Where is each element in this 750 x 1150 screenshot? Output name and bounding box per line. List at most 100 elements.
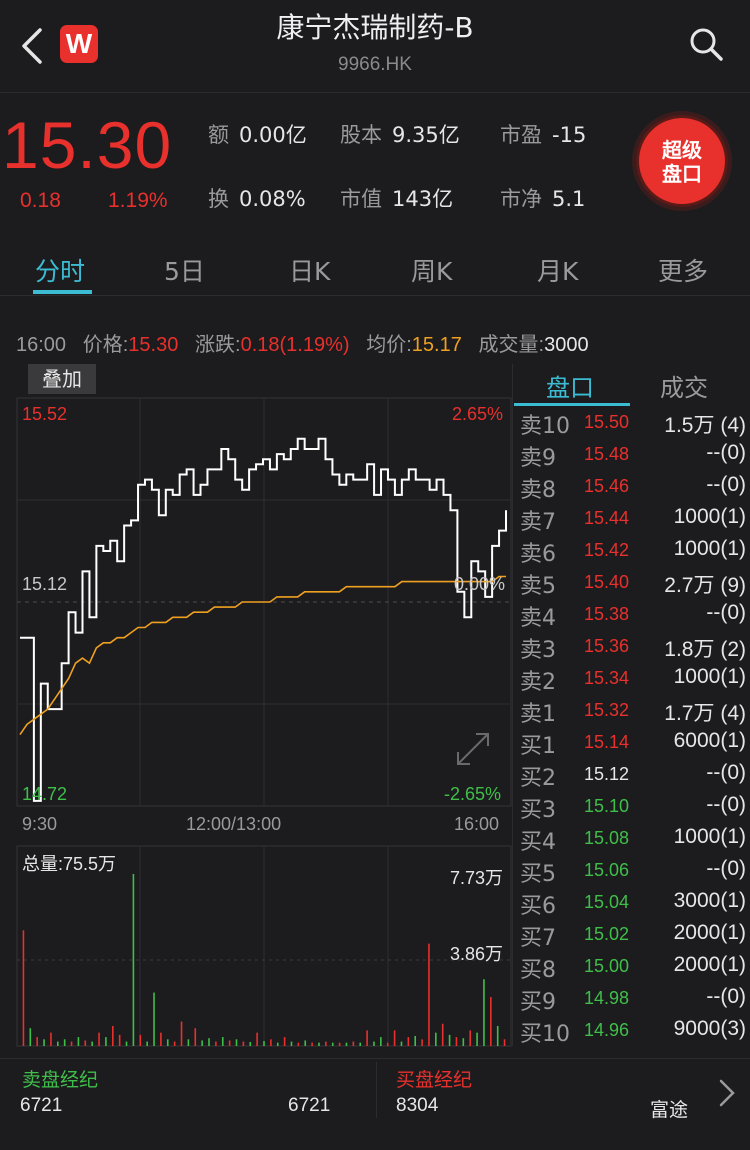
pct-label-top: 2.65% — [452, 404, 504, 424]
orderbook-level-label: 卖8 — [520, 478, 556, 503]
orderbook-volume: 1.8万 (2) — [664, 638, 746, 661]
sell-broker-title: 卖盘经纪 — [22, 1069, 99, 1091]
stat-pb: 市净 5.1 — [500, 187, 586, 211]
orderbook-tab-indicator — [514, 403, 630, 406]
intraday-chart[interactable] — [0, 0, 512, 1050]
orderbook-row[interactable]: 卖10 15.50 1.5万 (4) — [514, 408, 750, 440]
orderbook-row[interactable]: 买5 15.06 --(0) — [514, 856, 750, 888]
orderbook-price: 15.02 — [584, 924, 630, 944]
x-label-open: 9:30 — [22, 814, 58, 834]
orderbook-volume: --(0) — [706, 441, 746, 464]
orderbook-row[interactable]: 买2 15.12 --(0) — [514, 760, 750, 792]
y-label-top: 15.52 — [22, 404, 68, 424]
orderbook-level-label: 买5 — [520, 862, 556, 887]
super-orderbook-button[interactable]: 超级 盘口 — [636, 115, 728, 207]
orderbook-row[interactable]: 买8 15.00 2000(1) — [514, 952, 750, 984]
orderbook-volume: 1.5万 (4) — [664, 414, 746, 437]
orderbook-price: 15.04 — [584, 892, 630, 912]
broker-panel[interactable]: 卖盘经纪 6721 6721 买盘经纪 8304 富途 — [0, 1058, 750, 1121]
orderbook-row[interactable]: 买6 15.04 3000(1) — [514, 888, 750, 920]
stat-pe: 市盈 -15 — [500, 123, 587, 147]
orderbook-price: 15.48 — [584, 444, 630, 464]
buy-broker-title: 买盘经纪 — [396, 1069, 473, 1091]
orderbook-level-label: 卖7 — [520, 510, 556, 535]
expand-icon[interactable] — [454, 730, 492, 768]
orderbook-level-label: 卖9 — [520, 446, 556, 471]
orderbook-row[interactable]: 卖2 15.34 1000(1) — [514, 664, 750, 696]
search-icon[interactable] — [688, 26, 724, 62]
orderbook-volume: 6000(1) — [673, 729, 746, 752]
orderbook-volume: 1.7万 (4) — [664, 702, 746, 725]
orderbook-volume: 9000(3) — [673, 1017, 746, 1040]
orderbook-volume: 1000(1) — [673, 505, 746, 528]
orderbook-row[interactable]: 卖9 15.48 --(0) — [514, 440, 750, 472]
tab-trades[interactable]: 成交 — [660, 368, 708, 403]
orderbook-level-label: 卖6 — [520, 542, 556, 567]
sell-broker-id-right: 6721 — [288, 1095, 331, 1116]
orderbook-row[interactable]: 卖8 15.46 --(0) — [514, 472, 750, 504]
orderbook-level-label: 买2 — [520, 766, 556, 791]
super-button-line1: 超级 — [662, 138, 702, 162]
orderbook-level-label: 买10 — [520, 1022, 570, 1047]
orderbook-row[interactable]: 卖5 15.40 2.7万 (9) — [514, 568, 750, 600]
buy-broker-id: 8304 — [396, 1095, 439, 1116]
super-button-line2: 盘口 — [662, 162, 702, 186]
orderbook-tabs: 盘口 成交 — [514, 364, 750, 406]
tab-more[interactable]: 更多 — [658, 252, 708, 288]
info-volume: 3000 — [544, 334, 589, 356]
orderbook-level-label: 买3 — [520, 798, 556, 823]
orderbook-volume: 1000(1) — [673, 537, 746, 560]
orderbook-price: 15.40 — [584, 572, 630, 592]
orderbook-price: 15.00 — [584, 956, 630, 976]
orderbook-level-label: 买1 — [520, 734, 556, 759]
tab-orderbook[interactable]: 盘口 — [546, 368, 594, 403]
x-label-midday: 12:00/13:00 — [186, 814, 282, 834]
orderbook-price: 15.34 — [584, 668, 630, 688]
orderbook-row[interactable]: 卖1 15.32 1.7万 (4) — [514, 696, 750, 728]
orderbook-price: 15.10 — [584, 796, 630, 816]
orderbook-price: 15.38 — [584, 604, 630, 624]
orderbook-level-label: 买7 — [520, 926, 556, 951]
orderbook-level-label: 卖3 — [520, 638, 556, 663]
pct-label-mid: 0.00% — [454, 574, 506, 594]
orderbook-row[interactable]: 买10 14.96 9000(3) — [514, 1016, 750, 1048]
sell-broker-id: 6721 — [20, 1095, 63, 1116]
orderbook-price: 15.32 — [584, 700, 630, 720]
orderbook-volume: 1000(1) — [673, 665, 746, 688]
orderbook-price: 14.98 — [584, 988, 630, 1008]
chevron-right-icon[interactable] — [718, 1078, 736, 1108]
orderbook-level-label: 买6 — [520, 894, 556, 919]
orderbook-volume: --(0) — [706, 473, 746, 496]
overlay-button[interactable]: 叠加 — [28, 364, 96, 394]
orderbook-price: 15.50 — [584, 412, 630, 432]
orderbook-volume: 2.7万 (9) — [664, 574, 746, 597]
volume-max-label: 7.73万 — [450, 868, 504, 888]
orderbook-row[interactable]: 买9 14.98 --(0) — [514, 984, 750, 1016]
orderbook-price: 14.96 — [584, 1020, 630, 1040]
orderbook-row[interactable]: 卖6 15.42 1000(1) — [514, 536, 750, 568]
tab-monthly-k[interactable]: 月K — [537, 252, 578, 288]
orderbook-volume: 1000(1) — [673, 825, 746, 848]
orderbook-row[interactable]: 卖4 15.38 --(0) — [514, 600, 750, 632]
orderbook-price: 15.14 — [584, 732, 630, 752]
orderbook-row[interactable]: 买1 15.14 6000(1) — [514, 728, 750, 760]
orderbook-volume: 2000(1) — [673, 921, 746, 944]
orderbook-volume: --(0) — [706, 985, 746, 1008]
orderbook-row[interactable]: 卖3 15.36 1.8万 (2) — [514, 632, 750, 664]
orderbook-price: 15.12 — [584, 764, 630, 784]
orderbook-row[interactable]: 买4 15.08 1000(1) — [514, 824, 750, 856]
orderbook-price: 15.44 — [584, 508, 630, 528]
orderbook-price: 15.06 — [584, 860, 630, 880]
orderbook-level-label: 卖10 — [520, 414, 570, 439]
average-price-line — [19, 575, 506, 736]
price-line — [20, 437, 507, 802]
orderbook-price: 15.36 — [584, 636, 630, 656]
orderbook-row[interactable]: 买3 15.10 --(0) — [514, 792, 750, 824]
orderbook-row[interactable]: 卖7 15.44 1000(1) — [514, 504, 750, 536]
orderbook-level-label: 卖1 — [520, 702, 556, 727]
orderbook-row[interactable]: 买7 15.02 2000(1) — [514, 920, 750, 952]
orderbook-level-label: 买9 — [520, 990, 556, 1015]
orderbook-level-label: 卖5 — [520, 574, 556, 599]
orderbook-price: 15.46 — [584, 476, 630, 496]
orderbook-price: 15.42 — [584, 540, 630, 560]
